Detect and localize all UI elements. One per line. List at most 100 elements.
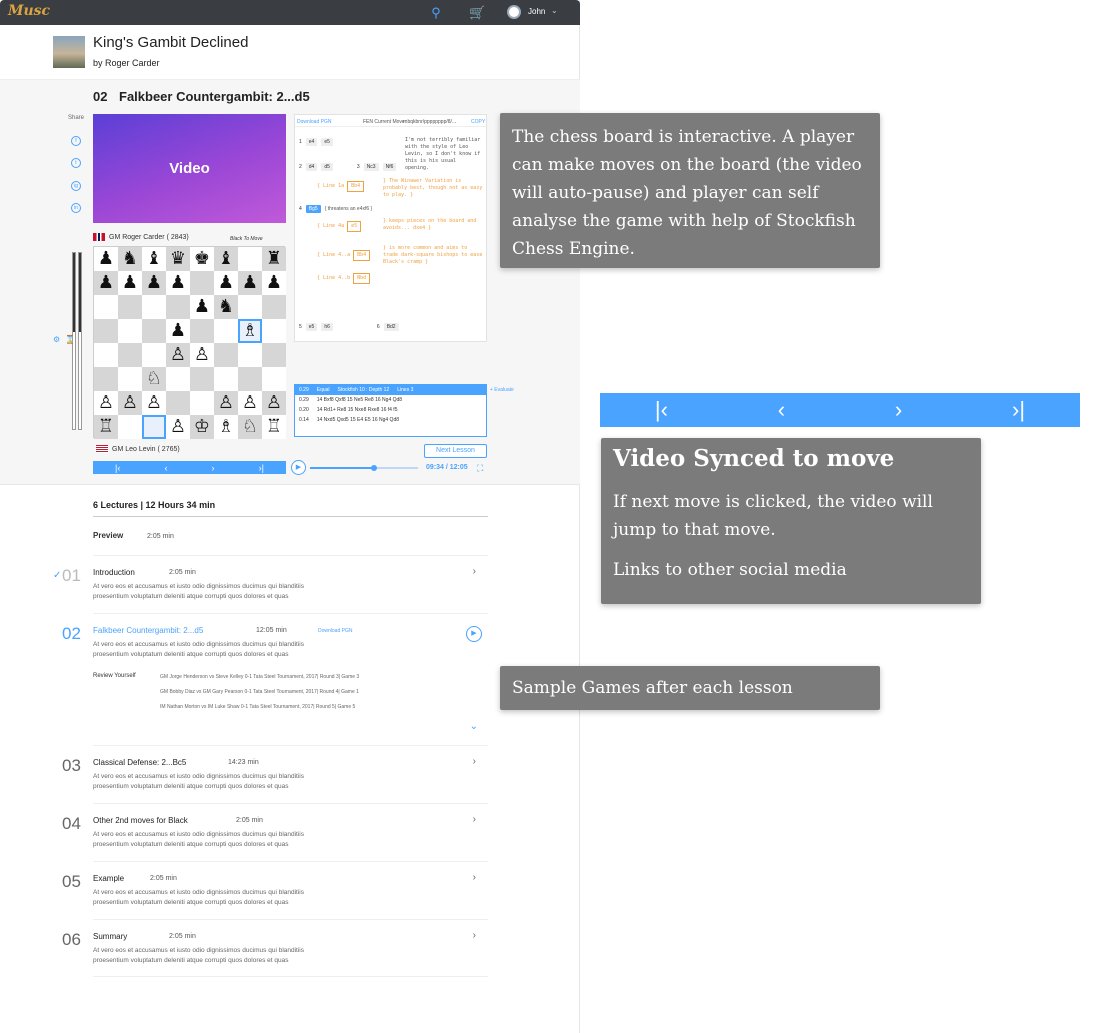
lesson-title[interactable]: Summary <box>93 932 127 941</box>
chess-piece[interactable]: ♙ <box>194 346 210 364</box>
fullscreen-icon[interactable]: ⛶ <box>477 463 483 474</box>
chess-piece[interactable]: ♙ <box>218 394 234 412</box>
board-square[interactable] <box>214 343 238 367</box>
chevron-right-icon[interactable]: › <box>473 930 476 941</box>
board-square[interactable]: ♙ <box>166 343 190 367</box>
video-progress-bar[interactable] <box>310 465 418 471</box>
lesson-item[interactable]: ✓ 01 Introduction 2:05 min At vero eos e… <box>53 555 488 613</box>
board-square[interactable] <box>166 295 190 319</box>
first-move-icon[interactable]: |‹ <box>655 397 668 423</box>
board-square[interactable]: ♜ <box>262 247 286 271</box>
prev-move-icon[interactable]: ‹ <box>778 397 785 423</box>
expand-chevron-icon[interactable]: ⌄ <box>470 721 478 732</box>
lesson-title[interactable]: Introduction <box>93 568 135 577</box>
board-square[interactable]: ♟ <box>190 295 214 319</box>
move-row[interactable]: 2 d4 d5 3 Nc3 Nf6 <box>299 163 397 171</box>
chess-piece[interactable]: ♔ <box>194 418 210 436</box>
chess-piece[interactable]: ♛ <box>170 250 186 268</box>
brand-logo[interactable]: Musc <box>8 3 50 19</box>
variation-line[interactable]: { Line 1a Bb4 <box>317 181 365 192</box>
chess-piece[interactable]: ♟ <box>170 322 186 340</box>
chess-piece[interactable]: ♟ <box>122 274 138 292</box>
variation-move[interactable]: e5 <box>347 221 362 232</box>
move-white[interactable]: e4 <box>305 138 318 146</box>
last-move-icon[interactable]: ›| <box>259 463 264 473</box>
lesson-title[interactable]: Classical Defense: 2...Bc5 <box>93 758 186 767</box>
download-pgn-link[interactable]: Download PGN <box>297 119 331 125</box>
board-square[interactable] <box>262 295 286 319</box>
board-square[interactable]: ♘ <box>142 367 166 391</box>
video-player[interactable]: Video <box>93 114 286 223</box>
board-square[interactable]: ♙ <box>190 343 214 367</box>
board-square[interactable] <box>118 319 142 343</box>
linkedin-icon[interactable]: in <box>71 203 81 213</box>
download-pgn-link[interactable]: Download PGN <box>318 628 352 634</box>
copy-fen-button[interactable]: COPY <box>471 119 485 125</box>
sample-game-link[interactable]: GM Bobby Diaz vs GM Gary Pearson 0-1 Tat… <box>160 689 359 695</box>
chevron-right-icon[interactable]: › <box>473 872 476 883</box>
move-black[interactable]: h6 <box>321 323 333 331</box>
board-square[interactable]: ♝ <box>214 247 238 271</box>
board-square[interactable] <box>118 295 142 319</box>
progress-knob[interactable] <box>370 465 377 471</box>
board-square[interactable]: ♛ <box>166 247 190 271</box>
next-lesson-button[interactable]: Next Lesson <box>424 444 487 458</box>
board-square[interactable]: ♖ <box>94 415 118 439</box>
chess-piece[interactable]: ♙ <box>170 346 186 364</box>
lesson-item[interactable]: 04 Other 2nd moves for Black 2:05 min At… <box>62 803 488 861</box>
move-black[interactable]: d5 <box>321 163 333 171</box>
hourglass-icon[interactable]: ⌛ <box>65 335 75 344</box>
engine-line[interactable]: 0.29 14 Bxf8 Qxf8 15 Ne5 Re8 16 Ng4 Qd8 <box>295 395 486 405</box>
board-square[interactable]: ♙ <box>94 391 118 415</box>
current-move[interactable]: Bg5 <box>305 205 321 213</box>
variation-move[interactable]: Bb4 <box>353 250 371 261</box>
board-square[interactable]: ♙ <box>166 415 190 439</box>
chess-piece[interactable]: ♙ <box>98 394 114 412</box>
board-square[interactable]: ♗ <box>238 319 262 343</box>
board-square[interactable] <box>94 343 118 367</box>
search-icon[interactable]: ⚲ <box>428 5 444 21</box>
chess-piece[interactable]: ♞ <box>122 250 138 268</box>
board-square[interactable]: ♟ <box>262 271 286 295</box>
board-square[interactable]: ♝ <box>142 247 166 271</box>
board-square[interactable] <box>262 367 286 391</box>
board-square[interactable] <box>94 367 118 391</box>
board-square[interactable]: ♟ <box>94 271 118 295</box>
board-square[interactable]: ♟ <box>118 271 142 295</box>
chess-piece[interactable]: ♟ <box>146 274 162 292</box>
prev-move-icon[interactable]: ‹ <box>164 463 167 473</box>
chess-piece[interactable]: ♖ <box>266 418 282 436</box>
move-white[interactable]: Bd2 <box>383 323 399 331</box>
move-white[interactable]: d4 <box>305 163 318 171</box>
variation-move[interactable]: Bb4 <box>347 181 365 192</box>
board-square[interactable] <box>166 367 190 391</box>
first-move-icon[interactable]: |‹ <box>115 463 120 473</box>
board-square[interactable] <box>262 319 286 343</box>
board-square[interactable]: ♟ <box>166 271 190 295</box>
chess-piece[interactable]: ♝ <box>218 250 234 268</box>
engine-line[interactable]: 0.20 14 Rd1+ Re8 15 Nxe8 Rxe8 16 f4 f5 <box>295 405 486 415</box>
board-square[interactable]: ♔ <box>190 415 214 439</box>
chess-piece[interactable]: ♙ <box>170 418 186 436</box>
board-square[interactable] <box>118 415 142 439</box>
chess-piece[interactable]: ♟ <box>266 274 282 292</box>
board-square[interactable] <box>190 391 214 415</box>
board-square[interactable]: ♟ <box>214 271 238 295</box>
board-square[interactable] <box>142 295 166 319</box>
move-row[interactable]: 5 e5 h6 6 Bd2 <box>299 323 399 331</box>
board-square[interactable] <box>142 415 166 439</box>
chess-piece[interactable]: ♜ <box>266 250 282 268</box>
chess-piece[interactable]: ♘ <box>146 370 162 388</box>
settings-icon[interactable]: ⚙ <box>53 335 60 344</box>
board-square[interactable] <box>142 319 166 343</box>
move-row[interactable]: 4 Bg5 { threatens an e4xf6 } <box>299 205 372 213</box>
evaluate-toggle[interactable]: + Evaluate <box>490 387 514 393</box>
chevron-right-icon[interactable]: › <box>473 756 476 767</box>
board-square[interactable] <box>238 247 262 271</box>
last-move-icon[interactable]: ›| <box>1012 397 1025 423</box>
sample-game-link[interactable]: IM Nathan Morton vs IM Luke Shaw 0-1 Tat… <box>160 704 355 710</box>
board-square[interactable]: ♟ <box>166 319 190 343</box>
chess-board[interactable]: ♟ ♞ ♝ ♛ ♚ ♝ ♜ ♟ ♟ ♟ ♟ ♟ ♟ ♟ ♟ ♞ ♟ ♗ ♙ ♙ ♘ ♙ ♙ ♙ ♙ ♙ ♙ ♖ ♙ ♔ ♗ ♘ ♖ <box>93 246 286 439</box>
move-black[interactable]: Nf6 <box>382 163 397 171</box>
board-square[interactable] <box>166 391 190 415</box>
